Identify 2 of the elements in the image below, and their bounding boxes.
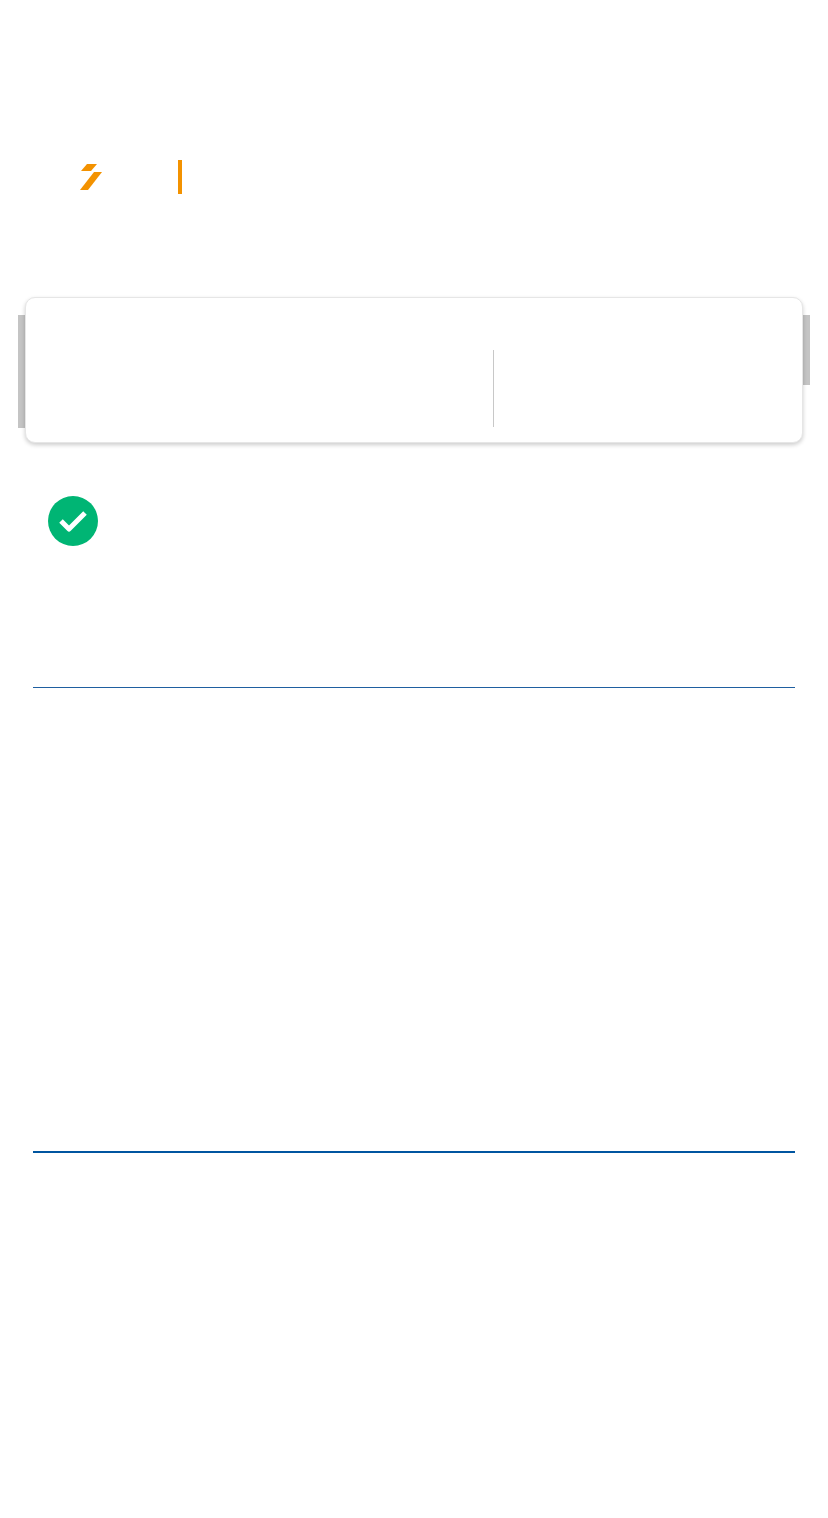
logo-icon bbox=[80, 164, 102, 190]
divider-bar bbox=[178, 160, 182, 194]
